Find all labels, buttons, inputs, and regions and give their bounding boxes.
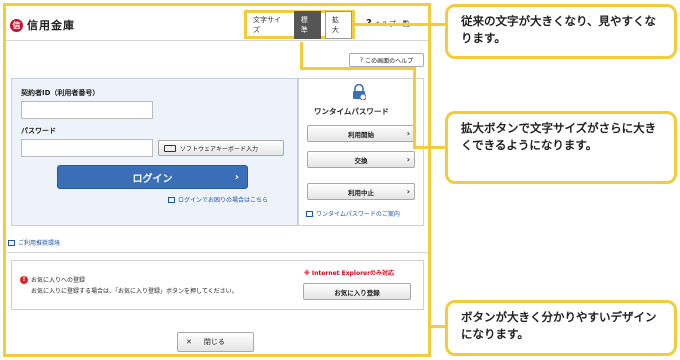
chevron-right-icon: › <box>406 155 410 164</box>
password-label: パスワード <box>21 127 56 135</box>
connector-line <box>413 146 445 149</box>
connector-line <box>431 325 445 328</box>
onetime-title: ワンタイムパスワード <box>314 107 389 116</box>
connector-line <box>413 67 416 147</box>
font-size-label: 文字サイズ <box>253 15 281 34</box>
contract-id-label: 契約者ID（利用者番号） <box>21 89 100 97</box>
add-favorite-label: お気に入り登録 <box>334 288 380 297</box>
ie-only-note: ※ Internet Explorerのみ対応 <box>304 270 395 277</box>
connector-line <box>300 67 415 70</box>
login-trouble-label: ログインでお困りの場合はこちら <box>178 197 269 204</box>
login-label: ログイン <box>132 173 173 185</box>
font-size-switcher: 文字サイズ 標準 拡大 <box>244 10 355 39</box>
callout-font: 従来の文字が大きくなり、見やすくなります。 <box>445 4 677 59</box>
connector-line <box>355 23 445 26</box>
otp-guide-link[interactable]: ワンタイムパスワードのご案内 <box>306 209 400 218</box>
favorites-title: お気に入りへの登録 <box>31 277 86 284</box>
favorites-title-row: ! お気に入りへの登録 <box>20 275 85 284</box>
otp-exchange-label: 交換 <box>354 156 368 165</box>
close-button[interactable]: ✕ 閉じる <box>177 332 254 352</box>
otp-stop-label: 利用中止 <box>348 188 374 197</box>
login-button[interactable]: ログイン › <box>57 165 248 189</box>
recommended-env-link[interactable]: ご利用推奨環境 <box>8 238 60 247</box>
callout-enlarge: 拡大ボタンで文字サイズがさらに大きくできるようになります。 <box>445 111 677 184</box>
chevron-right-icon: › <box>406 129 410 138</box>
recommended-env-label: ご利用推奨環境 <box>18 240 61 247</box>
window-icon <box>8 239 15 246</box>
font-standard-button[interactable]: 標準 <box>293 10 321 39</box>
software-keyboard-label: ソフトウェアキーボード入力 <box>180 145 259 153</box>
lock-icon <box>353 84 366 100</box>
contract-id-input[interactable] <box>21 101 153 119</box>
close-label: 閉じる <box>203 338 225 346</box>
favorites-description: お気に入りに登録する場合は、「お気に入り登録」ボタンを押してください。 <box>31 288 238 295</box>
page-help-label: この画面のヘルプ <box>365 57 414 65</box>
add-favorite-button[interactable]: お気に入り登録 <box>303 283 411 300</box>
window-icon <box>168 196 175 203</box>
section-divider <box>6 252 428 253</box>
logo-mark-icon: 信 <box>10 18 23 32</box>
callout-buttons: ボタンが大きく分かりやすいデザインになります。 <box>445 300 677 356</box>
otp-start-label: 利用開始 <box>348 130 374 139</box>
otp-start-button[interactable]: 利用開始 › <box>307 125 415 142</box>
close-icon: ✕ <box>186 338 192 346</box>
keyboard-icon <box>164 144 176 152</box>
header-divider <box>6 40 428 41</box>
otp-guide-label: ワンタイムパスワードのご案内 <box>316 211 400 218</box>
chevron-right-icon: › <box>406 187 410 196</box>
software-keyboard-button[interactable]: ソフトウェアキーボード入力 <box>158 140 284 156</box>
otp-exchange-button[interactable]: 交換 › <box>307 151 415 168</box>
alert-icon: ! <box>20 275 28 284</box>
question-icon: ? <box>359 56 364 64</box>
password-input[interactable] <box>21 139 153 157</box>
logo-text: 信用金庫 <box>27 19 75 32</box>
otp-stop-button[interactable]: 利用中止 › <box>307 183 415 200</box>
login-trouble-link[interactable]: ログインでお困りの場合はこちら <box>168 195 268 204</box>
window-icon <box>306 210 313 217</box>
connector-line <box>300 42 303 69</box>
bank-logo: 信 信用金庫 <box>10 17 75 33</box>
chevron-right-icon: › <box>234 171 239 183</box>
page-help-button[interactable]: ? この画面のヘルプ <box>349 53 424 67</box>
font-large-button[interactable]: 拡大 <box>324 10 352 39</box>
